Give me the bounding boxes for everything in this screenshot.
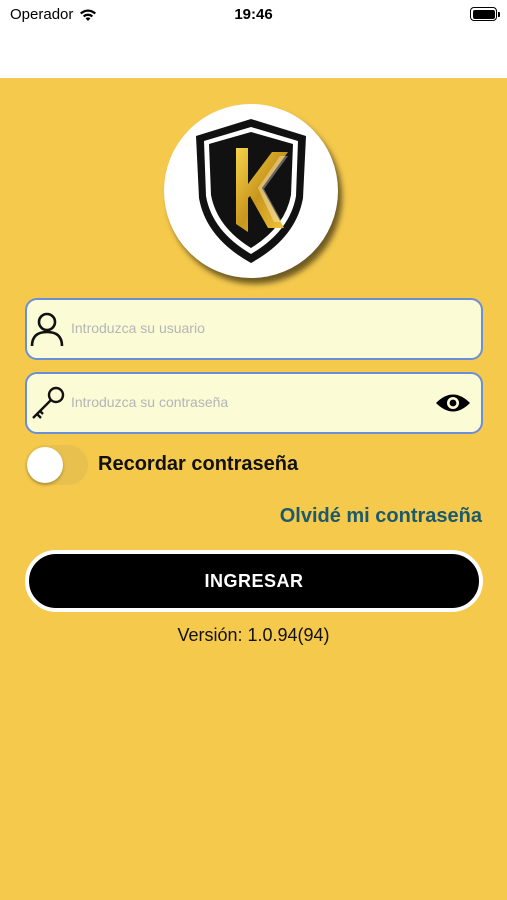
password-input[interactable]: Introduzca su contraseña	[71, 394, 228, 410]
remember-password-label: Recordar contraseña	[98, 453, 299, 475]
app-version: Versión: 1.0.94(94)	[177, 625, 330, 645]
clock: 19:46	[234, 6, 273, 23]
shield-k-logo	[196, 119, 306, 263]
remember-password-toggle[interactable]	[25, 445, 88, 485]
password-field[interactable]: Introduzca su contraseña	[25, 372, 483, 434]
navigation-bar	[0, 30, 507, 78]
login-screen: Introduzca su usuario Introduzca su cont…	[0, 78, 507, 900]
user-icon	[30, 312, 64, 347]
login-button[interactable]: INGRESAR	[25, 550, 483, 612]
forgot-password-link[interactable]: Olvidé mi contraseña	[280, 505, 482, 528]
login-button-label: INGRESAR	[204, 570, 304, 591]
battery-icon	[470, 7, 500, 21]
username-input[interactable]: Introduzca su usuario	[71, 320, 205, 336]
key-icon	[32, 386, 65, 419]
app-logo	[164, 104, 338, 278]
toggle-knob	[27, 447, 63, 483]
eye-icon[interactable]	[435, 390, 471, 416]
username-field[interactable]: Introduzca su usuario	[25, 298, 483, 360]
status-bar: Operador 19:46	[0, 0, 507, 30]
